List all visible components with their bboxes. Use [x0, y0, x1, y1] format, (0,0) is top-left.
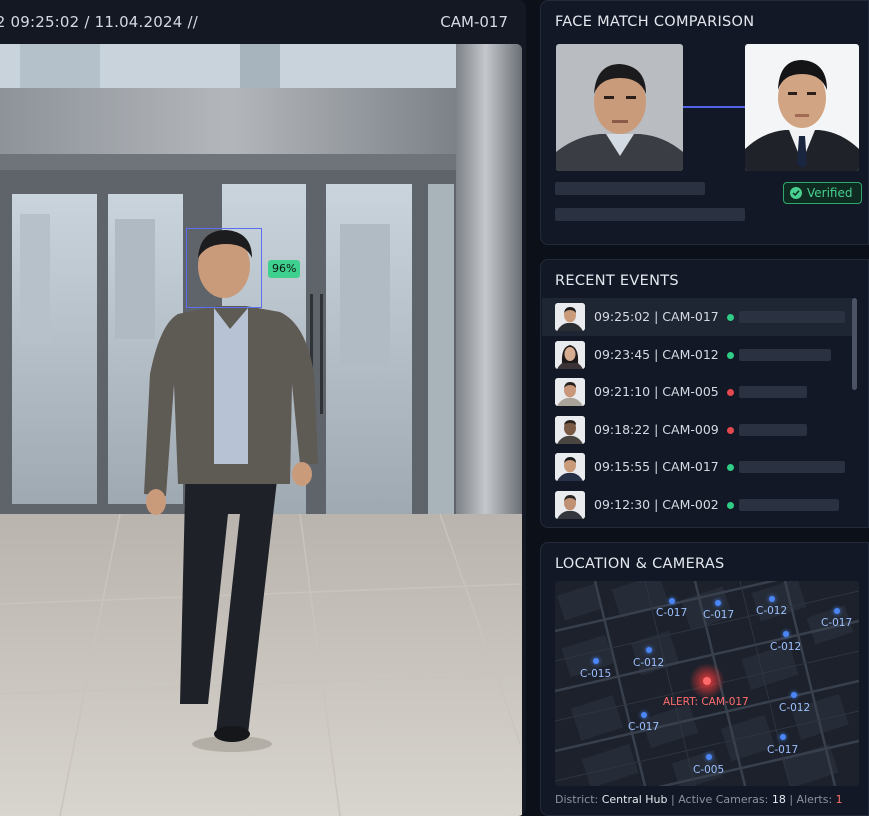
alerts-label: | Alerts: — [789, 793, 833, 806]
camera-marker-dot[interactable] — [641, 712, 647, 718]
event-list-scrollbar[interactable] — [852, 298, 857, 390]
event-row[interactable]: 09:15:55 | CAM-017 — [542, 448, 852, 486]
camera-marker-dot[interactable] — [780, 734, 786, 740]
confidence-badge: 96% — [268, 260, 301, 278]
event-face-thumbnail — [555, 303, 585, 331]
event-time-camera: 09:12:30 | CAM-002 — [594, 496, 719, 512]
camera-marker-dot[interactable] — [834, 608, 840, 614]
camera-marker-label: C-017 — [703, 609, 735, 621]
redacted-name-field — [555, 182, 705, 195]
camera-marker-label: C-017 — [821, 617, 853, 629]
face-match-title: FACE MATCH COMPARISON — [555, 14, 755, 30]
feed-timestamp: 32 09:25:02 / 11.04.2024 // — [0, 13, 198, 31]
camera-feed-panel: 32 09:25:02 / 11.04.2024 // CAM-017 96% — [0, 0, 526, 816]
live-capture-photo[interactable] — [556, 44, 683, 171]
status-ok-dot — [727, 351, 734, 359]
event-row[interactable]: 09:18:22 | CAM-009 — [542, 411, 852, 449]
redacted-event-detail — [739, 348, 831, 361]
camera-marker-dot[interactable] — [769, 596, 775, 602]
location-summary: District: Central Hub | Active Cameras: … — [555, 793, 843, 806]
camera-feed-view[interactable]: 96% — [0, 44, 522, 816]
live-face-image — [556, 44, 683, 171]
event-face-thumbnail — [555, 378, 585, 406]
camera-marker-label: C-012 — [633, 657, 665, 669]
camera-marker-dot[interactable] — [783, 631, 789, 637]
event-time-camera: 09:21:10 | CAM-005 — [594, 384, 719, 399]
feed-camera-id: CAM-017 — [440, 13, 508, 31]
recent-events-card: RECENT EVENTS 09:25:02 | CAM-017 09:23:4… — [540, 259, 869, 528]
camera-marker-dot[interactable] — [715, 600, 721, 606]
camera-marker-label: C-012 — [779, 702, 811, 714]
redacted-event-detail — [739, 461, 845, 473]
camera-marker-label: C-017 — [656, 607, 688, 619]
reference-id-photo[interactable] — [745, 44, 859, 171]
redacted-event-detail — [739, 498, 839, 511]
event-time-camera: 09:18:22 | CAM-009 — [594, 421, 719, 437]
redacted-id-field — [555, 208, 745, 221]
camera-marker-dot[interactable] — [791, 692, 797, 698]
feed-header: 32 09:25:02 / 11.04.2024 // CAM-017 — [0, 0, 526, 44]
face-match-card: FACE MATCH COMPARISON Verified — [540, 0, 869, 245]
event-row[interactable]: 09:25:02 | CAM-017 — [542, 298, 852, 336]
reference-face-image — [745, 44, 859, 171]
camera-marker-label: C-005 — [693, 764, 725, 776]
event-face-thumbnail — [555, 415, 585, 444]
status-alert-dot — [727, 389, 734, 396]
check-circle-icon — [790, 187, 802, 199]
camera-marker-dot[interactable] — [706, 754, 712, 760]
camera-marker-label: C-017 — [628, 721, 660, 733]
camera-marker-dot[interactable] — [646, 647, 652, 653]
city-map[interactable]: C-017 C-017 C-012 C-017 C-012 C-012 C-01… — [555, 581, 859, 786]
event-list: 09:25:02 | CAM-017 09:23:45 | CAM-012 09… — [542, 298, 852, 523]
camera-marker-label: C-012 — [770, 641, 802, 653]
event-face-thumbnail — [555, 453, 585, 481]
event-row[interactable]: 09:21:10 | CAM-005 — [542, 373, 852, 411]
camera-marker-dot[interactable] — [593, 658, 599, 664]
district-value: Central Hub — [601, 793, 668, 806]
status-ok-dot — [727, 314, 734, 321]
event-face-thumbnail — [555, 340, 585, 369]
location-title: LOCATION & CAMERAS — [555, 556, 725, 572]
face-detection-box — [186, 228, 262, 308]
status-ok-dot — [727, 501, 734, 509]
event-row[interactable]: 09:12:30 | CAM-002 — [542, 486, 852, 524]
lobby-scene — [0, 44, 522, 816]
event-row[interactable]: 09:23:45 | CAM-012 — [542, 336, 852, 374]
alert-camera-label: ALERT: CAM-017 — [663, 696, 749, 708]
status-alert-dot — [727, 426, 734, 434]
recent-events-title: RECENT EVENTS — [555, 273, 679, 289]
event-time-camera: 09:25:02 | CAM-017 — [594, 309, 719, 324]
event-face-thumbnail — [555, 490, 585, 519]
redacted-event-detail — [739, 386, 807, 398]
camera-marker-dot[interactable] — [669, 598, 675, 604]
verified-label: Verified — [807, 186, 853, 200]
camera-marker-label: C-012 — [756, 605, 788, 617]
match-connector-line — [683, 106, 745, 108]
location-cameras-card: LOCATION & CAMERAS C-017 C-017 C-012 C-0… — [540, 542, 869, 816]
redacted-event-detail — [739, 423, 807, 436]
district-label: District: — [555, 793, 599, 806]
active-cameras-value: 18 — [771, 793, 786, 806]
status-ok-dot — [727, 464, 734, 471]
event-time-camera: 09:15:55 | CAM-017 — [594, 459, 719, 474]
camera-marker-label: C-015 — [580, 668, 612, 680]
event-time-camera: 09:23:45 | CAM-012 — [594, 346, 719, 362]
verified-badge: Verified — [783, 182, 862, 204]
redacted-event-detail — [739, 311, 845, 323]
active-cameras-label: | Active Cameras: — [671, 793, 769, 806]
camera-marker-label: C-017 — [767, 744, 799, 756]
alert-camera-marker[interactable] — [703, 677, 711, 685]
alerts-value: 1 — [835, 793, 843, 806]
